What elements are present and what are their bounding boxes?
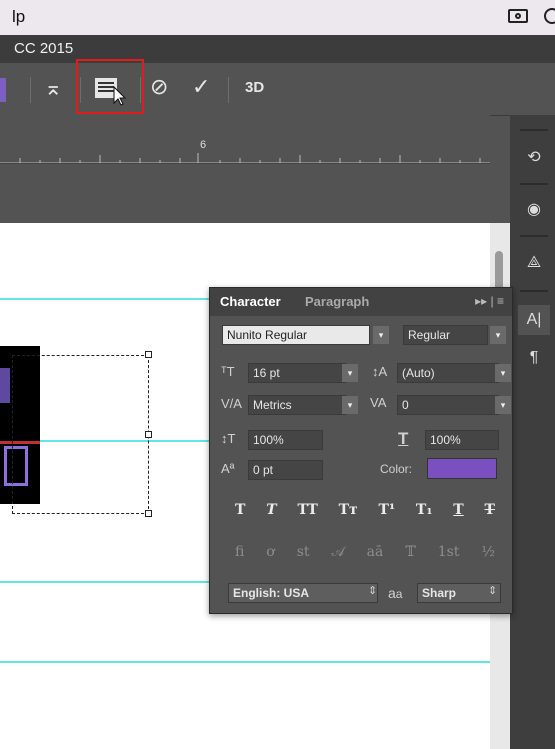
- panel-menu-icon[interactable]: ▸▸ | ≡: [475, 294, 504, 308]
- cancel-icon[interactable]: ⊘: [150, 74, 168, 100]
- antialias-icon: aa: [388, 585, 402, 601]
- chevron-down-icon[interactable]: ▾: [495, 364, 511, 382]
- strikethrough-button[interactable]: T: [485, 502, 495, 518]
- type-style-buttons: T T TT Tт T¹ T₁ T T: [235, 502, 495, 518]
- text-color-swatch[interactable]: [427, 458, 497, 479]
- tab-character[interactable]: Character: [220, 294, 281, 309]
- small-caps-button[interactable]: Tт: [339, 502, 358, 518]
- superscript-button[interactable]: T¹: [379, 502, 396, 518]
- leading-field[interactable]: (Auto): [397, 363, 499, 383]
- stylistic-alternates-button[interactable]: aā: [367, 544, 384, 560]
- chevron-down-icon[interactable]: ▾: [495, 396, 511, 414]
- antialias-a: a: [388, 585, 396, 601]
- 3d-button[interactable]: 3D: [245, 79, 264, 96]
- baseline-shift-icon: Aª: [221, 461, 235, 476]
- font-family-field[interactable]: Nunito Regular: [222, 325, 370, 345]
- tracking-icon: VA: [370, 395, 387, 410]
- divider: [228, 77, 229, 103]
- divider: [520, 290, 548, 292]
- divider: [520, 235, 548, 237]
- titling-alternates-button[interactable]: 𝕋: [405, 544, 415, 560]
- leading-icon: ↕A: [372, 364, 388, 379]
- transform-handle[interactable]: [145, 431, 152, 438]
- subscript-button[interactable]: T₁: [416, 502, 433, 518]
- chevron-down-icon[interactable]: ▾: [373, 326, 389, 344]
- tab-paragraph[interactable]: Paragraph: [305, 294, 369, 309]
- guide-line[interactable]: [0, 661, 490, 663]
- divider: [30, 77, 31, 103]
- os-menubar: lp: [0, 0, 555, 35]
- opentype-buttons: fi ơ st 𝒜 aā 𝕋 1st ½: [235, 544, 495, 560]
- warp-text-icon[interactable]: ⌅: [44, 75, 62, 101]
- transform-handle[interactable]: [145, 510, 152, 517]
- ligatures-button[interactable]: fi: [235, 544, 244, 560]
- font-size-field[interactable]: 16 pt: [248, 363, 346, 383]
- faux-bold-button[interactable]: T: [235, 502, 245, 518]
- ruler-tick-label: 6: [200, 139, 207, 151]
- panel-tabs: Character Paragraph ▸▸ | ≡: [210, 288, 512, 316]
- commit-icon[interactable]: ✓: [192, 74, 210, 100]
- kerning-icon: V/A: [221, 396, 242, 411]
- color-label: Color:: [380, 462, 413, 476]
- workspace: [0, 115, 490, 223]
- underline-button[interactable]: T: [453, 502, 463, 518]
- panel-dock: ⟲ ◉ ⟁ A| ¶: [510, 115, 555, 749]
- divider: [520, 183, 548, 185]
- tracking-field[interactable]: 0: [397, 395, 499, 415]
- font-style-field[interactable]: Regular: [403, 325, 488, 345]
- character-icon[interactable]: A|: [518, 305, 550, 335]
- character-panel: Character Paragraph ▸▸ | ≡ Nunito Regula…: [209, 287, 513, 614]
- ruler-ticks: [0, 153, 490, 163]
- discretionary-ligatures-button[interactable]: st: [297, 544, 310, 560]
- artwork-detail: [0, 368, 10, 403]
- highlight-box: [76, 59, 144, 114]
- font-size-icon: ᵀT: [221, 364, 235, 379]
- horizontal-ruler: 6: [0, 135, 490, 164]
- color-swatch[interactable]: [0, 78, 6, 102]
- updown-icon: ⇕: [488, 585, 498, 597]
- divider: [520, 129, 548, 131]
- language-select[interactable]: English: USA: [228, 583, 378, 603]
- paths-icon[interactable]: ⟁: [518, 248, 550, 278]
- fractions-button[interactable]: ½: [481, 544, 495, 560]
- chevron-down-icon[interactable]: ▾: [490, 326, 506, 344]
- transform-handle[interactable]: [145, 351, 152, 358]
- horizontal-scale-field[interactable]: 100%: [425, 430, 499, 450]
- vertical-scale-icon: ↕T: [221, 431, 236, 446]
- history-icon[interactable]: ⟲: [518, 143, 550, 173]
- ordinals-button[interactable]: 1st: [438, 544, 460, 560]
- properties-icon[interactable]: ◉: [518, 195, 550, 225]
- all-caps-button[interactable]: TT: [297, 502, 317, 518]
- horizontal-scale-icon: T: [398, 429, 409, 448]
- baseline-shift-field[interactable]: 0 pt: [248, 460, 323, 480]
- status-icon[interactable]: [544, 8, 555, 24]
- antialias-a-sub: a: [395, 587, 403, 601]
- chevron-down-icon[interactable]: ▾: [342, 396, 358, 414]
- app-title: CC 2015: [14, 40, 74, 57]
- chevron-down-icon[interactable]: ▾: [342, 364, 358, 382]
- faux-italic-button[interactable]: T: [266, 502, 276, 518]
- paragraph-icon[interactable]: ¶: [518, 343, 550, 373]
- kerning-field[interactable]: Metrics: [248, 395, 346, 415]
- updown-icon: ⇕: [368, 585, 378, 597]
- camera-icon[interactable]: [508, 9, 528, 23]
- swash-button[interactable]: 𝒜: [331, 544, 344, 560]
- vertical-scale-field[interactable]: 100%: [248, 430, 323, 450]
- help-menu[interactable]: lp: [12, 7, 25, 27]
- text-bounding-box[interactable]: [12, 355, 149, 514]
- old-style-button[interactable]: ơ: [266, 544, 274, 560]
